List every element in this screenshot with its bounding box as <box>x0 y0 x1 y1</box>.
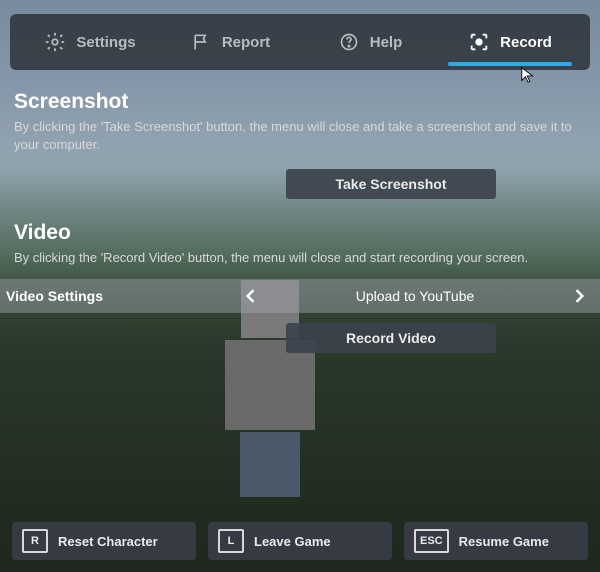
video-title: Video <box>14 221 586 245</box>
flag-icon <box>190 31 212 53</box>
screenshot-desc: By clicking the 'Take Screenshot' button… <box>14 118 586 153</box>
tab-label: Help <box>370 34 403 51</box>
video-setting-next-button[interactable] <box>566 283 592 309</box>
bottom-label: Resume Game <box>459 534 549 549</box>
video-setting-prev-button[interactable] <box>238 283 264 309</box>
screenshot-title: Screenshot <box>14 90 586 114</box>
resume-game-button[interactable]: ESC Resume Game <box>404 522 588 560</box>
bottom-label: Reset Character <box>58 534 158 549</box>
leave-game-button[interactable]: L Leave Game <box>208 522 392 560</box>
tab-record[interactable]: Record <box>440 14 580 70</box>
gear-icon <box>44 31 66 53</box>
menu-overlay: Settings Report Help <box>0 0 600 572</box>
take-screenshot-button[interactable]: Take Screenshot <box>286 169 496 199</box>
tab-bar: Settings Report Help <box>10 14 590 70</box>
tab-label: Report <box>222 34 270 51</box>
tab-label: Record <box>500 34 552 51</box>
key-r: R <box>22 529 48 553</box>
key-l: L <box>218 529 244 553</box>
bottom-bar: R Reset Character L Leave Game ESC Resum… <box>0 522 600 560</box>
record-icon <box>468 31 490 53</box>
tab-report[interactable]: Report <box>160 14 300 70</box>
record-video-button[interactable]: Record Video <box>286 323 496 353</box>
video-setting-value: Upload to YouTube <box>356 288 475 304</box>
reset-character-button[interactable]: R Reset Character <box>12 522 196 560</box>
tab-content: Screenshot By clicking the 'Take Screens… <box>0 70 600 353</box>
tab-help[interactable]: Help <box>300 14 440 70</box>
video-settings-row: Video Settings Upload to YouTube <box>0 279 600 313</box>
bottom-label: Leave Game <box>254 534 331 549</box>
key-esc: ESC <box>414 529 449 553</box>
tab-settings[interactable]: Settings <box>20 14 160 70</box>
tab-label: Settings <box>76 34 135 51</box>
video-desc: By clicking the 'Record Video' button, t… <box>14 249 586 267</box>
video-settings-label: Video Settings <box>0 288 230 304</box>
help-icon <box>338 31 360 53</box>
